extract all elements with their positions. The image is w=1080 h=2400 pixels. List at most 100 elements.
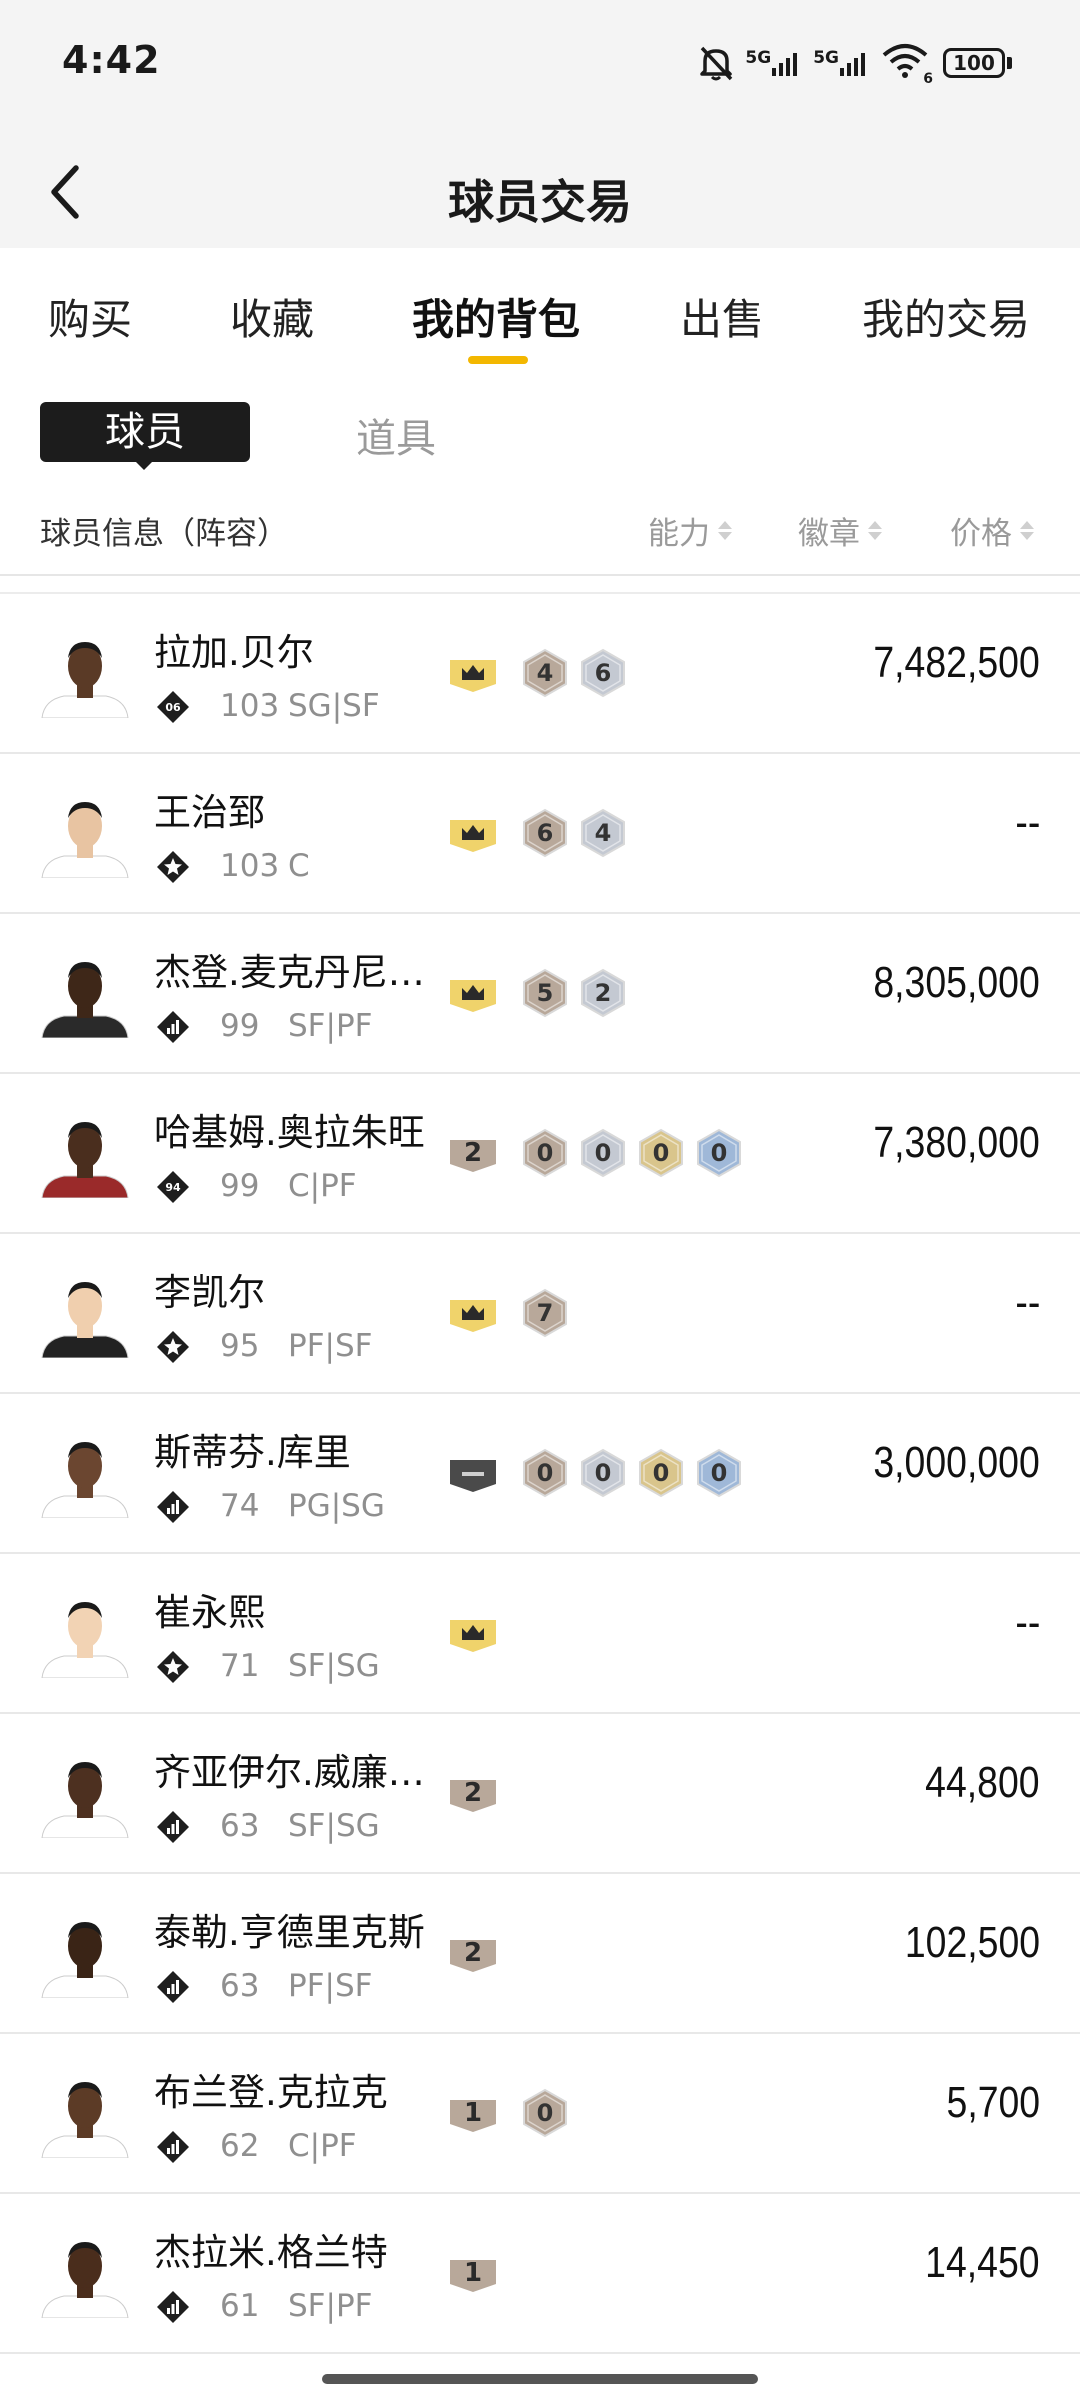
player-position: SG|SF	[288, 688, 380, 724]
level-badge-icon: 2	[448, 1768, 498, 1818]
player-avatar	[40, 1114, 130, 1198]
badge-count: 0	[710, 1139, 728, 1167]
player-row[interactable]: 拉加.贝尔 06 103 SG|SF 46 7,482,500	[0, 594, 1080, 754]
tab-my-bag[interactable]: 我的背包	[412, 286, 580, 347]
wifi-label: 6	[923, 71, 933, 87]
rank-star-icon	[156, 1650, 190, 1684]
bronze-hex-badge-icon: 6	[520, 808, 570, 858]
player-rating: 74	[220, 1488, 260, 1524]
main-tabs: 购买 收藏 我的背包 出售 我的交易	[0, 248, 1080, 368]
player-row[interactable]: 李凯尔 95 PF|SF 7 --	[0, 1234, 1080, 1394]
player-row[interactable]: 泰勒.亨德里克斯 63 PF|SF 2 102,500	[0, 1874, 1080, 2034]
player-row[interactable]: 斯蒂芬.库里 74 PG|SG 0 0 0 0 3,000,000	[0, 1394, 1080, 1554]
player-rating: 99	[220, 1168, 260, 1204]
silver-hex-badge-icon: 4	[578, 808, 628, 858]
tab-buy[interactable]: 购买	[48, 286, 132, 347]
crown-badge-icon	[448, 1288, 498, 1338]
player-name: 杰拉米.格兰特	[154, 2231, 388, 2274]
badge-count: 0	[536, 1459, 554, 1487]
active-tab-indicator	[468, 356, 528, 364]
player-position: SF|PF	[288, 1008, 373, 1044]
signal-2: 5G	[813, 48, 871, 78]
blue-hex-badge-icon: 0	[694, 1448, 744, 1498]
player-price: --	[1015, 798, 1040, 847]
player-rating: 103	[220, 848, 280, 884]
rank-bars-icon	[156, 1810, 190, 1844]
badge-group	[448, 1606, 512, 1660]
battery-level: 100	[953, 51, 995, 75]
player-price: 3,000,000	[873, 1438, 1040, 1487]
crown-badge-icon	[448, 648, 498, 698]
badge-count: 2	[463, 1938, 483, 1968]
wifi: 6	[881, 43, 933, 87]
sort-badge[interactable]: 徽章	[798, 508, 882, 553]
rank-number-icon: 06	[156, 690, 190, 724]
level-badge-icon: 1	[448, 2248, 498, 2298]
net-type-2: 5G	[813, 48, 839, 68]
sort-arrows-icon	[718, 521, 732, 540]
rank-bars-icon	[156, 1970, 190, 2004]
player-price: --	[1015, 1278, 1040, 1327]
player-price: 14,450	[925, 2238, 1040, 2287]
player-name: 王治郅	[154, 791, 265, 834]
sort-price[interactable]: 价格	[950, 508, 1034, 553]
badge-count: 1	[463, 2098, 483, 2128]
player-avatar	[40, 634, 130, 718]
badge-group: 52	[448, 966, 628, 1020]
player-rating: 71	[220, 1648, 260, 1684]
player-avatar	[40, 1914, 130, 1998]
player-row[interactable]: 杰拉米.格兰特 61 SF|PF 1 14,450	[0, 2194, 1080, 2354]
player-rating: 61	[220, 2288, 260, 2324]
badge-count: 2	[463, 1138, 483, 1168]
player-position: PG|SG	[288, 1488, 385, 1524]
player-rating: 99	[220, 1008, 260, 1044]
player-position: C|PF	[288, 1168, 357, 1204]
badge-count: 6	[594, 659, 612, 687]
silver-hex-badge-icon: 6	[578, 648, 628, 698]
bronze-hex-badge-icon: 4	[520, 648, 570, 698]
sort-ability[interactable]: 能力	[648, 508, 732, 553]
subtab-players[interactable]: 球员	[40, 402, 250, 462]
player-row[interactable]: 齐亚伊尔.威廉… 63 SF|SG 2 44,800	[0, 1714, 1080, 1874]
player-row[interactable]: 布兰登.克拉克 62 C|PF 10 5,700	[0, 2034, 1080, 2194]
badge-group: 0 0 0 0	[448, 1446, 744, 1500]
badge-count: 4	[536, 659, 554, 687]
level-badge-icon: 2	[448, 1128, 498, 1178]
status-bar: 4:42 5G 5G 6 100	[0, 0, 1080, 125]
silver-hex-badge-icon: 0	[578, 1128, 628, 1178]
player-name: 崔永熙	[154, 1591, 265, 1634]
badge-group: 64	[448, 806, 628, 860]
subtab-items[interactable]: 道具	[356, 406, 436, 464]
player-row[interactable]: 王治郅 103 C 64 --	[0, 754, 1080, 914]
signal-icon	[772, 53, 798, 76]
badge-count: 0	[652, 1139, 670, 1167]
badge-count: 2	[463, 1778, 483, 1808]
player-rating: 95	[220, 1328, 260, 1364]
badge-group: 7	[448, 1286, 570, 1340]
player-avatar	[40, 2074, 130, 2158]
player-row[interactable]: 崔永熙 71 SF|SG --	[0, 1554, 1080, 1714]
tab-favorites[interactable]: 收藏	[230, 286, 314, 347]
rank-star-icon	[156, 1330, 190, 1364]
player-avatar	[40, 1754, 130, 1838]
badge-count: 0	[652, 1459, 670, 1487]
page-title: 球员交易	[448, 175, 632, 229]
player-row[interactable]: 杰登.麦克丹尼… 99 SF|PF 52 8,305,000	[0, 914, 1080, 1074]
badge-count: 2	[594, 979, 612, 1007]
svg-text:94: 94	[165, 1181, 181, 1194]
badge-count: 1	[463, 2258, 483, 2288]
header: 球员交易	[0, 140, 1080, 248]
svg-text:06: 06	[165, 701, 181, 714]
tab-my-trades[interactable]: 我的交易	[862, 286, 1030, 347]
status-icons: 5G 5G 6 100	[697, 38, 1012, 88]
player-name: 李凯尔	[154, 1271, 265, 1314]
mute-bell-icon	[700, 46, 733, 81]
home-indicator[interactable]	[322, 2374, 758, 2384]
badge-group: 10	[448, 2086, 570, 2140]
tab-sell[interactable]: 出售	[680, 286, 764, 347]
player-position: SF|PF	[288, 2288, 373, 2324]
player-avatar	[40, 2234, 130, 2318]
bronze-hex-badge-icon: 0	[520, 1448, 570, 1498]
player-row[interactable]: 哈基姆.奥拉朱旺 94 99 C|PF 2 0 0 0 0 7,380,000	[0, 1074, 1080, 1234]
badge-count: 6	[536, 819, 554, 847]
